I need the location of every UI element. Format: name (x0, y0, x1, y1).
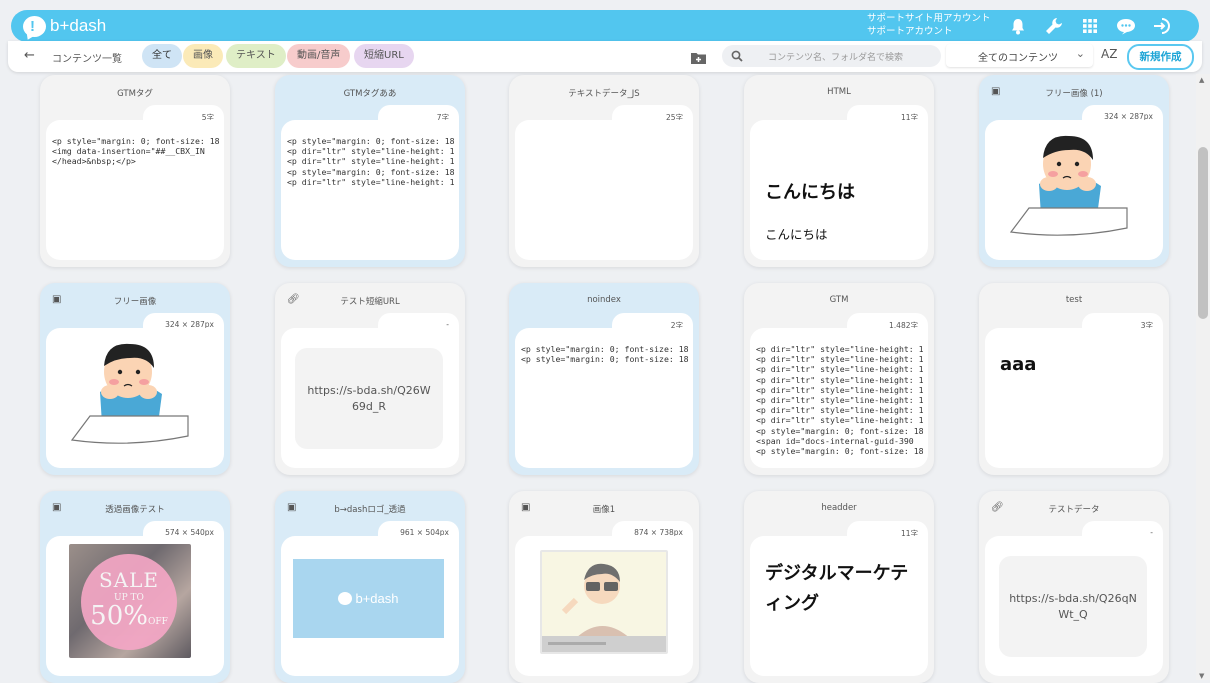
content-card[interactable]: 🔗︎ テストデータ - https://s-bda.sh/Q26qNWt_Q (979, 491, 1169, 683)
card-title: GTMタグ (117, 89, 153, 99)
card-title: GTMタグああ (343, 89, 397, 99)
card-preview: こんにちは こんにちは (750, 120, 928, 260)
content-card[interactable]: ▣ 画像1 874 × 738px (509, 491, 699, 683)
filter-video-audio[interactable]: 動画/音声 (287, 44, 351, 68)
code-preview: <p style="margin: 0; font-size: 18 <p di… (287, 136, 455, 187)
code-preview: <p style="margin: 0; font-size: 18 <p st… (521, 344, 689, 365)
search-icon (731, 50, 743, 62)
content-card[interactable]: ▣ b→dashロゴ_透過 961 × 504px b+dash (275, 491, 465, 683)
sale-text: SALE (98, 568, 160, 592)
card-title: 画像1 (592, 505, 616, 515)
card-title: test (1065, 295, 1083, 305)
sale-image: SALE UP TO 50%OFF (69, 544, 191, 658)
filter-image[interactable]: 画像 (183, 44, 223, 68)
html-paragraph: こんにちは (765, 227, 828, 242)
search-input[interactable]: コンテンツ名、フォルダ名で検索 (768, 50, 903, 63)
card-title: headder (821, 503, 857, 513)
logout-icon[interactable] (1151, 15, 1173, 37)
content-card[interactable]: ▣ フリー画像 324 × 287px (40, 283, 230, 475)
select-value: 全てのコンテンツ (978, 53, 1058, 64)
back-arrow-icon[interactable]: ← (24, 48, 35, 63)
video-thumbnail (540, 550, 668, 654)
new-folder-icon[interactable] (691, 49, 706, 68)
account-line-1: サポートサイト用アカウント (867, 13, 991, 24)
chat-icon[interactable] (1115, 15, 1137, 37)
chevron-down-icon: ⌄ (1075, 47, 1085, 60)
logo-bubble-icon: ! (23, 15, 46, 37)
sale-percent: 50% (90, 601, 148, 631)
person-image (70, 332, 190, 456)
card-title: フリー画像 (1) (1045, 89, 1103, 99)
content-card[interactable]: HTML 11字 こんにちは こんにちは (744, 75, 934, 267)
filter-text[interactable]: テキスト (226, 44, 286, 68)
content-card[interactable]: テキストデータ_JS 25字 (509, 75, 699, 267)
app-logo[interactable]: ! b+dash (23, 15, 106, 37)
card-preview: <p style="margin: 0; font-size: 18 <p di… (281, 120, 459, 260)
account-info[interactable]: サポートサイト用アカウント サポートアカウント (867, 12, 991, 38)
scroll-up-icon[interactable]: ▲ (1199, 76, 1204, 84)
sort-az-icon[interactable]: AZ (1101, 47, 1117, 61)
content-card[interactable]: test 3字 aaa (979, 283, 1169, 475)
logo-image: b+dash (293, 559, 444, 638)
card-preview: デジタルマーケティング (750, 536, 928, 676)
content-card[interactable]: noindex 2字 <p style="margin: 0; font-siz… (509, 283, 699, 475)
grid-icon[interactable] (1079, 15, 1101, 37)
logo-text: b+dash (50, 16, 107, 35)
card-preview (46, 328, 224, 468)
card-preview (515, 536, 693, 676)
text-preview: aaa (1000, 354, 1037, 375)
card-title: noindex (587, 295, 621, 305)
card-title: テストデータ (1048, 505, 1100, 515)
code-preview: <p style="margin: 0; font-size: 18 <img … (52, 136, 220, 167)
search-bar[interactable]: コンテンツ名、フォルダ名で検索 (722, 45, 941, 67)
card-title: b→dashロゴ_透過 (334, 505, 406, 515)
top-bar: ! b+dash サポートサイト用アカウント サポートアカウント (11, 10, 1199, 42)
account-line-2: サポートアカウント (867, 26, 953, 37)
content-card[interactable]: ▣ 透過画像テスト 574 × 540px SALE UP TO 50%OFF (40, 491, 230, 683)
card-preview: <p style="margin: 0; font-size: 18 <p st… (515, 328, 693, 468)
card-preview (985, 120, 1163, 260)
card-title: テスト短縮URL (340, 297, 400, 307)
card-preview: <p style="margin: 0; font-size: 18 <img … (46, 120, 224, 260)
breadcrumb: コンテンツ一覧 (52, 54, 122, 65)
person-image (1009, 124, 1129, 248)
card-preview: b+dash (281, 536, 459, 676)
content-card[interactable]: GTMタグ 5字 <p style="margin: 0; font-size:… (40, 75, 230, 267)
card-preview: SALE UP TO 50%OFF (46, 536, 224, 676)
short-url-preview: https://s-bda.sh/Q26W69d_R (295, 348, 443, 449)
content-type-select[interactable]: 全てのコンテンツ ⌄ (946, 44, 1093, 67)
card-preview: https://s-bda.sh/Q26W69d_R (281, 328, 459, 468)
card-title: フリー画像 (113, 297, 157, 307)
code-preview: <p dir="ltr" style="line-height: 1 <p di… (756, 344, 924, 457)
content-card[interactable]: GTM 1,482字 <p dir="ltr" style="line-heig… (744, 283, 934, 475)
card-preview: https://s-bda.sh/Q26qNWt_Q (985, 536, 1163, 676)
content-toolbar: ← コンテンツ一覧 全て 画像 テキスト 動画/音声 短縮URL コンテンツ名、… (8, 41, 1202, 72)
card-title: GTM (829, 295, 849, 305)
card-preview: aaa (985, 328, 1163, 468)
wrench-icon[interactable] (1043, 15, 1065, 37)
filter-short-url[interactable]: 短縮URL (354, 44, 414, 68)
new-create-button[interactable]: 新規作成 (1127, 44, 1194, 70)
content-card[interactable]: GTMタグああ 7字 <p style="margin: 0; font-siz… (275, 75, 465, 267)
scrollbar[interactable]: ▲ ▼ (1196, 74, 1210, 680)
filter-all[interactable]: 全て (142, 44, 182, 68)
content-card[interactable]: headder 11字 デジタルマーケティング (744, 491, 934, 683)
logo-bubble-icon (338, 592, 353, 605)
bell-icon[interactable] (1007, 15, 1029, 37)
content-card[interactable]: 🔗︎ テスト短縮URL - https://s-bda.sh/Q26W69d_R (275, 283, 465, 475)
content-card[interactable]: ▣ フリー画像 (1) 324 × 287px (979, 75, 1169, 267)
sale-off: OFF (147, 617, 168, 627)
logo-image-text: b+dash (355, 591, 399, 606)
card-title: 透過画像テスト (105, 505, 165, 515)
card-preview: <p dir="ltr" style="line-height: 1 <p di… (750, 328, 928, 468)
card-title: HTML (827, 87, 851, 97)
scrollbar-thumb[interactable] (1198, 147, 1208, 319)
card-preview (515, 120, 693, 260)
card-title: テキストデータ_JS (568, 89, 640, 99)
short-url-preview: https://s-bda.sh/Q26qNWt_Q (999, 556, 1147, 657)
text-preview: デジタルマーケティング (765, 563, 909, 614)
scroll-down-icon[interactable]: ▼ (1199, 672, 1204, 680)
html-heading: こんにちは (765, 182, 855, 203)
